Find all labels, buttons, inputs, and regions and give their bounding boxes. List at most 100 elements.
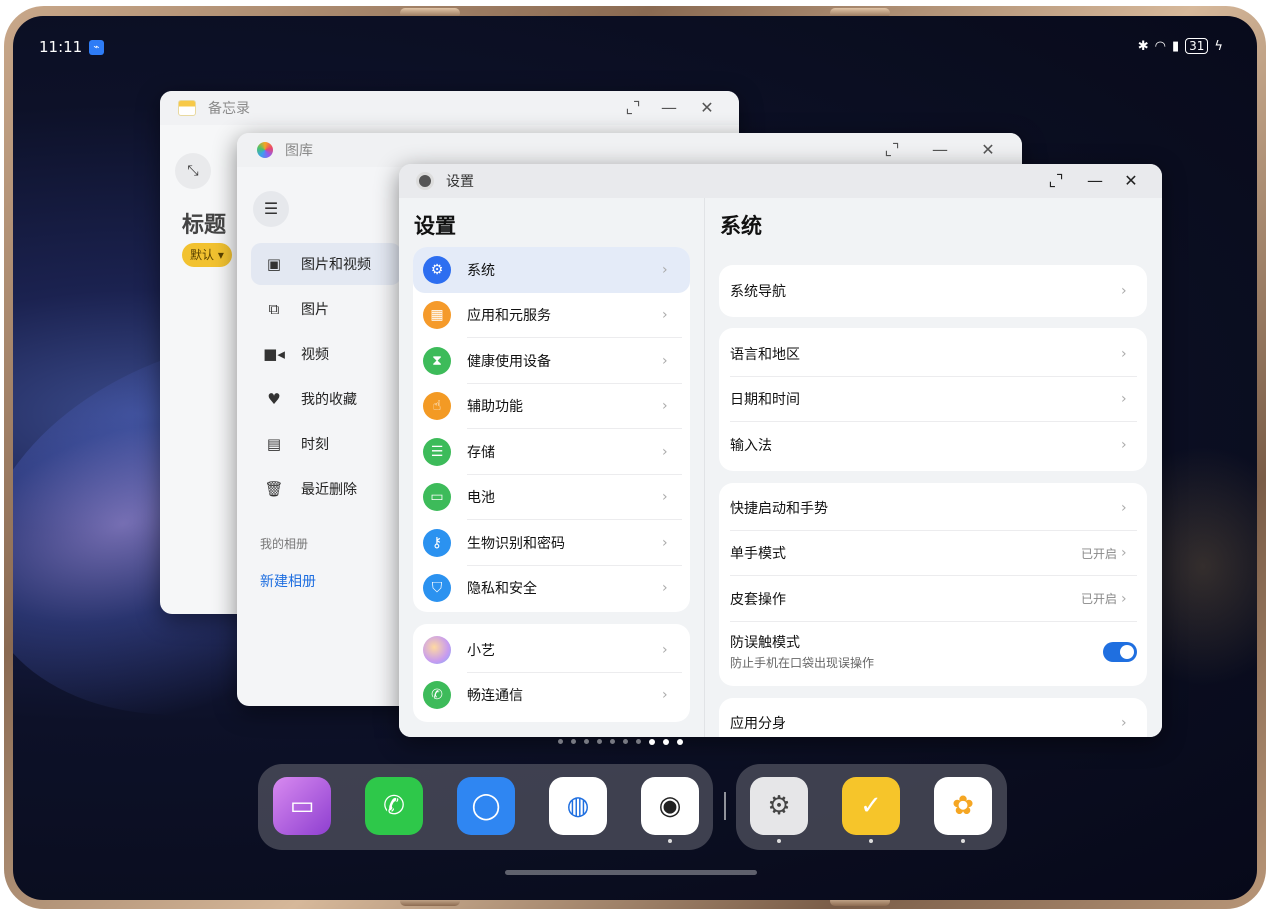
gallery-item-recently-deleted[interactable]: 🗑 最近删除 (251, 468, 401, 510)
my-albums-heading: 我的相册 (260, 537, 309, 551)
chevron-right-icon: › (662, 352, 668, 369)
status-time: 11:11 (39, 38, 83, 56)
row-one-hand-mode[interactable]: 单手模式 已开启 › (719, 531, 1147, 576)
row-label: 语言和地区 (730, 346, 800, 363)
collapse-icon[interactable]: ⤡ (175, 153, 211, 189)
memo-app-icon (178, 100, 196, 116)
row-value: 已开启 (1080, 592, 1117, 607)
menu-item-apps[interactable]: ▦ 应用和元服务 › (413, 293, 690, 338)
minimize-icon[interactable]: — (1080, 164, 1110, 198)
menu-item-system[interactable]: ⚙ 系统 › (413, 247, 690, 293)
menu-item-xiaoyi[interactable]: 小艺 › (413, 627, 690, 673)
page-indicator (558, 739, 683, 745)
settings-window-title: 设置 (446, 174, 474, 190)
menu-item-label: 系统 (467, 262, 495, 279)
close-icon[interactable]: ✕ (692, 91, 722, 125)
video-icon: ■◂ (263, 345, 285, 363)
gallery-item-images[interactable]: ⧉ 图片 (251, 288, 401, 330)
home-indicator[interactable] (505, 870, 757, 875)
settings-window[interactable]: 设置 ⌞⌝ — ✕ 设置 ⚙ 系统 › ▦ 应用和元服务 › ⧗ 健康使用设备 … (399, 164, 1162, 737)
maximize-icon[interactable]: ⌞⌝ (877, 133, 907, 167)
menu-item-battery[interactable]: ▭ 电池 › (413, 475, 690, 520)
minimize-icon[interactable]: — (925, 133, 955, 167)
row-label: 快捷启动和手势 (730, 500, 828, 517)
phone-icon[interactable]: ✆ (365, 777, 423, 835)
camera-icon[interactable]: ◉ (641, 777, 699, 843)
menu-item-storage[interactable]: ☰ 存储 › (413, 429, 690, 475)
memo-title: 备忘录 (208, 101, 250, 117)
settings-icon[interactable]: ⚙ (750, 777, 808, 843)
usb-icon: ⌁ (89, 40, 104, 55)
maximize-icon[interactable]: ⌞⌝ (618, 91, 648, 125)
gallery-app-icon (257, 142, 273, 158)
menu-item-biometrics[interactable]: ⚷ 生物识别和密码 › (413, 520, 690, 566)
browser-icon[interactable]: ◍ (549, 777, 607, 835)
row-label: 输入法 (730, 437, 772, 454)
row-input-method[interactable]: 输入法 › (719, 422, 1147, 468)
gallery-titlebar[interactable]: 图库 ⌞⌝ — ✕ (237, 133, 1022, 167)
menu-item-label: 生物识别和密码 (467, 535, 565, 552)
key-icon: ⚷ (423, 528, 451, 557)
bluetooth-icon: ✱ (1137, 38, 1149, 54)
battery-icon: 31 (1185, 38, 1209, 54)
wifi-icon: ◠ (1154, 38, 1166, 54)
row-label: 防误触模式 (730, 635, 800, 651)
chevron-right-icon: › (662, 641, 668, 658)
chevron-right-icon: › (662, 534, 668, 551)
gallery-item-moments[interactable]: ▤ 时刻 (251, 423, 401, 465)
row-quick-gestures[interactable]: 快捷启动和手势 › (719, 485, 1147, 531)
gallery-icon[interactable]: ✿ (934, 777, 992, 843)
hourglass-icon: ⧗ (423, 346, 451, 375)
chevron-right-icon: › (1121, 499, 1127, 516)
memo-category-tag[interactable]: 默认 ▾ (182, 243, 232, 267)
gallery-item-photos-videos[interactable]: ▣ 图片和视频 (251, 243, 401, 285)
gallery-item-label: 图片和视频 (301, 257, 371, 273)
hand-icon: ☝ (423, 392, 451, 421)
maximize-icon[interactable]: ⌞⌝ (1041, 164, 1071, 198)
menu-item-meetime[interactable]: ✆ 畅连通信 › (413, 673, 690, 719)
app-clone-card: 应用分身 › (719, 698, 1147, 737)
menu-item-label: 小艺 (467, 642, 495, 659)
new-album-link[interactable]: 新建相册 (260, 571, 316, 591)
settings-app-icon (416, 172, 434, 190)
assistant-icon (423, 635, 451, 664)
shield-icon: ⛉ (423, 574, 451, 603)
dock-apps: ▭ ✆ ◯ ◍ ◉ (258, 764, 713, 850)
settings-titlebar[interactable]: 设置 ⌞⌝ — ✕ (399, 164, 1162, 198)
status-icons: ✱ ◠ ▮ 31 ϟ (1138, 38, 1223, 54)
minimize-icon[interactable]: — (654, 91, 684, 125)
sidebar-toggle-icon[interactable]: ☰ (253, 191, 289, 227)
chevron-right-icon: › (1121, 436, 1127, 453)
menu-item-label: 健康使用设备 (467, 353, 551, 370)
chevron-right-icon: › (1121, 715, 1127, 731)
chevron-right-icon: › (662, 261, 668, 278)
menu-item-accessibility[interactable]: ☝ 辅助功能 › (413, 384, 690, 429)
gallery-item-videos[interactable]: ■◂ 视频 (251, 333, 401, 375)
memo-titlebar[interactable]: 备忘录 ⌞⌝ — ✕ (160, 91, 739, 125)
multitask-icon[interactable]: ▭ (273, 777, 331, 835)
gallery-item-label: 视频 (301, 347, 329, 363)
menu-item-health[interactable]: ⧗ 健康使用设备 › (413, 338, 690, 384)
close-icon[interactable]: ✕ (973, 133, 1003, 167)
anti-touch-toggle[interactable] (1103, 641, 1137, 662)
trash-icon: 🗑 (264, 480, 284, 498)
row-app-clone[interactable]: 应用分身 › (719, 698, 1147, 737)
gallery-item-label: 我的收藏 (301, 392, 357, 408)
menu-item-label: 应用和元服务 (467, 308, 551, 325)
menu-item-privacy[interactable]: ⛉ 隐私和安全 › (413, 566, 690, 612)
chevron-right-icon: › (1121, 545, 1127, 562)
row-system-navigation[interactable]: 系统导航 › (719, 265, 1147, 317)
row-date-time[interactable]: 日期和时间 › (719, 377, 1147, 422)
notes-icon[interactable]: ✓ (842, 777, 900, 843)
row-language-region[interactable]: 语言和地区 › (719, 331, 1147, 377)
messages-icon[interactable]: ◯ (457, 777, 515, 835)
close-icon[interactable]: ✕ (1116, 164, 1146, 198)
settings-pane-title: 设置 (414, 214, 456, 238)
row-label: 应用分身 (730, 716, 786, 732)
sim-icon: ▮ (1171, 38, 1180, 54)
gesture-card: 快捷启动和手势 › 单手模式 已开启 › 皮套操作 已开启 › 防误触模式 防止… (719, 483, 1147, 686)
row-label: 皮套操作 (730, 591, 786, 608)
menu-item-label: 隐私和安全 (467, 581, 537, 598)
gallery-item-favorites[interactable]: ♥ 我的收藏 (251, 378, 401, 420)
row-cover-operation[interactable]: 皮套操作 已开启 › (719, 576, 1147, 622)
